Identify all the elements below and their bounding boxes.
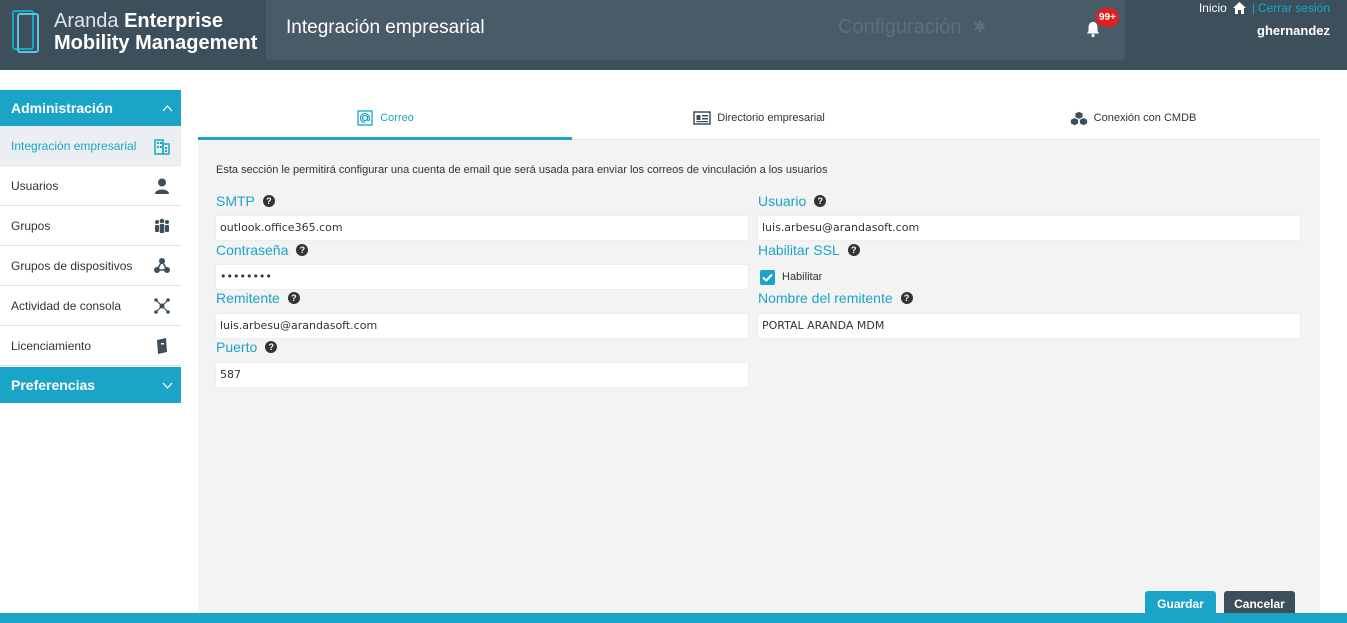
tab-correo[interactable]: Correo (198, 96, 572, 140)
accordion-administracion-label: Administración (11, 100, 113, 116)
username[interactable]: ghernandez (1257, 23, 1330, 38)
sidebar-item-grupos-de-dispositivos[interactable]: Grupos de dispositivos (0, 246, 181, 286)
at-sign-icon (357, 109, 373, 126)
device-group-icon (154, 258, 170, 273)
tab-directorio-label: Directorio empresarial (717, 111, 825, 124)
remitente-label-text: Remitente (216, 290, 280, 306)
sidebar-item-grupos[interactable]: Grupos (0, 206, 181, 246)
directory-icon (693, 110, 711, 125)
ssl-checkbox-label[interactable]: Habilitar (782, 271, 822, 283)
puerto-label: Puerto ? (216, 339, 278, 355)
gear-icon[interactable]: ✱ (973, 20, 989, 36)
sidebar-item-label: Actividad de consola (11, 299, 122, 313)
help-icon[interactable]: ? (814, 195, 827, 207)
notification-badge: 99+ (1096, 8, 1119, 27)
sidebar-item-label: Integración empresarial (11, 139, 137, 153)
top-bar: Aranda Enterprise Mobility Management In… (0, 0, 1347, 70)
smtp-label: SMTP ? (216, 193, 275, 209)
logout-link[interactable]: Cerrar sesión (1258, 1, 1330, 15)
chevron-up-icon (162, 105, 173, 112)
sidebar: Administración Integración empresarial U… (0, 90, 182, 403)
cubes-icon (1070, 111, 1087, 125)
building-icon (154, 139, 170, 155)
accordion-administracion[interactable]: Administración (0, 90, 181, 126)
bottom-bar (0, 613, 1347, 623)
tab-conexion-cmdb[interactable]: Conexión con CMDB (946, 96, 1320, 139)
nombre-remitente-input[interactable]: PORTAL ARANDA MDM (757, 313, 1301, 339)
sidebar-item-actividad-de-consola[interactable]: Actividad de consola (0, 286, 181, 326)
header-panel: Integración empresarial Configuración ✱ … (266, 0, 1125, 60)
tab-cmdb-label: Conexión con CMDB (1093, 111, 1197, 124)
ssl-label: Habilitar SSL ? (758, 242, 860, 258)
help-icon[interactable]: ? (262, 195, 275, 207)
license-book-icon (157, 338, 167, 354)
app-logo[interactable]: Aranda Enterprise Mobility Management (12, 8, 257, 54)
nombre-remitente-label-text: Nombre del remitente (758, 290, 893, 306)
page-title: Integración empresarial (286, 17, 485, 38)
password-label-text: Contraseña (216, 242, 289, 258)
sidebar-item-label: Grupos de dispositivos (11, 259, 133, 273)
link-separator: | (1251, 0, 1255, 15)
help-icon[interactable]: ? (296, 244, 309, 256)
help-icon[interactable]: ? (900, 292, 913, 304)
password-label: Contraseña ? (216, 242, 309, 258)
smtp-label-text: SMTP (216, 193, 255, 209)
usuario-input[interactable]: luis.arbesu@arandasoft.com (757, 215, 1301, 241)
accordion-preferencias[interactable]: Preferencias (0, 367, 181, 403)
help-icon[interactable]: ? (847, 244, 860, 256)
chevron-down-icon (162, 382, 173, 389)
puerto-label-text: Puerto (216, 339, 258, 355)
tab-correo-label: Correo (380, 111, 414, 124)
group-icon (155, 218, 169, 233)
sidebar-item-label: Grupos (11, 219, 51, 233)
remitente-label: Remitente ? (216, 290, 300, 306)
usuario-label-text: Usuario (758, 193, 807, 209)
configuration-link[interactable]: Configuración (838, 16, 961, 39)
help-icon[interactable]: ? (265, 341, 278, 353)
remitente-input[interactable]: luis.arbesu@arandasoft.com (215, 313, 749, 339)
logo-icon (12, 8, 42, 54)
password-input[interactable]: •••••••• (215, 264, 749, 290)
sidebar-item-integracion-empresarial[interactable]: Integración empresarial (0, 126, 181, 166)
app-name: Aranda Enterprise Mobility Management (54, 10, 258, 54)
ssl-checkbox[interactable] (760, 270, 775, 285)
sidebar-item-usuarios[interactable]: Usuarios (0, 166, 181, 206)
main-panel: Correo Directorio empresarial Conexión c… (198, 96, 1320, 618)
ssl-label-text: Habilitar SSL (758, 242, 840, 258)
puerto-input[interactable]: 587 (215, 362, 749, 388)
activity-network-icon (154, 298, 170, 314)
sidebar-item-licenciamiento[interactable]: Licenciamiento (0, 326, 181, 366)
section-description: Esta sección le permitirá configurar una… (216, 164, 828, 176)
nombre-remitente-label: Nombre del remitente ? (758, 290, 913, 306)
user-icon (155, 178, 169, 194)
home-link[interactable]: Inicio (1199, 1, 1227, 15)
help-icon[interactable]: ? (287, 292, 300, 304)
usuario-label: Usuario ? (758, 193, 827, 209)
smtp-input[interactable]: outlook.office365.com (215, 215, 749, 241)
accordion-preferencias-label: Preferencias (11, 377, 96, 393)
top-links: Inicio | Cerrar sesión (1199, 0, 1330, 15)
sidebar-item-label: Licenciamiento (11, 339, 92, 353)
home-icon[interactable] (1232, 1, 1247, 15)
checkmark-icon (762, 273, 773, 282)
tab-bar: Correo Directorio empresarial Conexión c… (198, 96, 1320, 140)
tab-directorio-empresarial[interactable]: Directorio empresarial (572, 96, 946, 139)
sidebar-item-label: Usuarios (11, 179, 59, 193)
